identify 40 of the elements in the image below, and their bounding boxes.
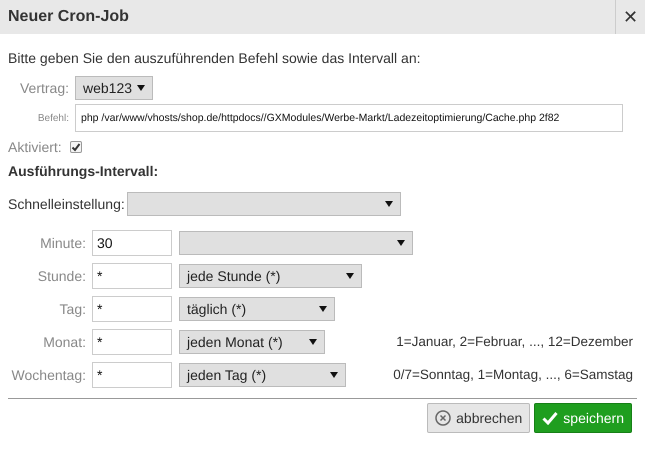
interval-select[interactable]: jede Stunde (*): [179, 264, 362, 288]
field-label: Befehl:: [36, 112, 69, 126]
caret-icon: [319, 306, 327, 312]
section-heading: Ausführungs-Intervall:: [8, 162, 160, 181]
value-field[interactable]: *: [92, 362, 172, 388]
field-label: Vertrag:: [18, 78, 69, 98]
window-title: Neuer Cron-Job: [7, 7, 129, 27]
field-label: Minute:: [39, 234, 87, 252]
caret-icon: [384, 201, 393, 207]
field-label: Schnelleinstellung:: [8, 194, 125, 214]
interval-select[interactable]: täglich (*): [179, 297, 335, 321]
close-button[interactable]: ✕: [615, 0, 645, 34]
cancel-button[interactable]: abbrechen: [427, 403, 530, 433]
field-label: Monat:: [42, 332, 87, 352]
cancel-icon: [435, 410, 452, 426]
contract-select[interactable]: web123: [75, 76, 153, 100]
value-field[interactable]: *: [92, 329, 172, 355]
value-field[interactable]: *: [92, 263, 172, 289]
caret-icon: [397, 240, 405, 246]
command-field[interactable]: php /var/www/vhosts/shop.de/httpdocs//GXModules/Werbe-Markt/Ladezeitoptimierung/Cache.php 2f82: [75, 104, 623, 132]
field-label: Wochentag:: [10, 366, 87, 385]
interval-select[interactable]: [179, 231, 413, 255]
field-label: Stunde:: [36, 266, 87, 286]
intro-text: Bitte geben Sie den auszuführenden Befehl sowie das Intervall an:: [8, 49, 422, 68]
hint-text: 1=Januar, 2=Februar, ..., 12=Dezember: [396, 332, 634, 351]
active-checkbox[interactable]: [70, 141, 82, 153]
caret-icon: [137, 85, 145, 91]
quick-setting-select[interactable]: [126, 192, 401, 216]
save-button[interactable]: speichern: [534, 403, 632, 433]
field-label: Tag:: [58, 300, 87, 319]
caret-icon: [330, 372, 338, 378]
caret-icon: [346, 273, 354, 279]
field-label: Aktiviert:: [8, 138, 62, 156]
value-field[interactable]: 30: [92, 230, 172, 256]
value-field[interactable]: *: [92, 296, 172, 322]
interval-select[interactable]: jeden Tag (*): [179, 363, 346, 387]
hint-text: 0/7=Sonntag, 1=Montag, ..., 6=Samstag: [393, 366, 634, 384]
caret-icon: [309, 339, 317, 345]
interval-select[interactable]: jeden Monat (*): [179, 330, 325, 354]
checkmark-icon: [542, 411, 558, 425]
